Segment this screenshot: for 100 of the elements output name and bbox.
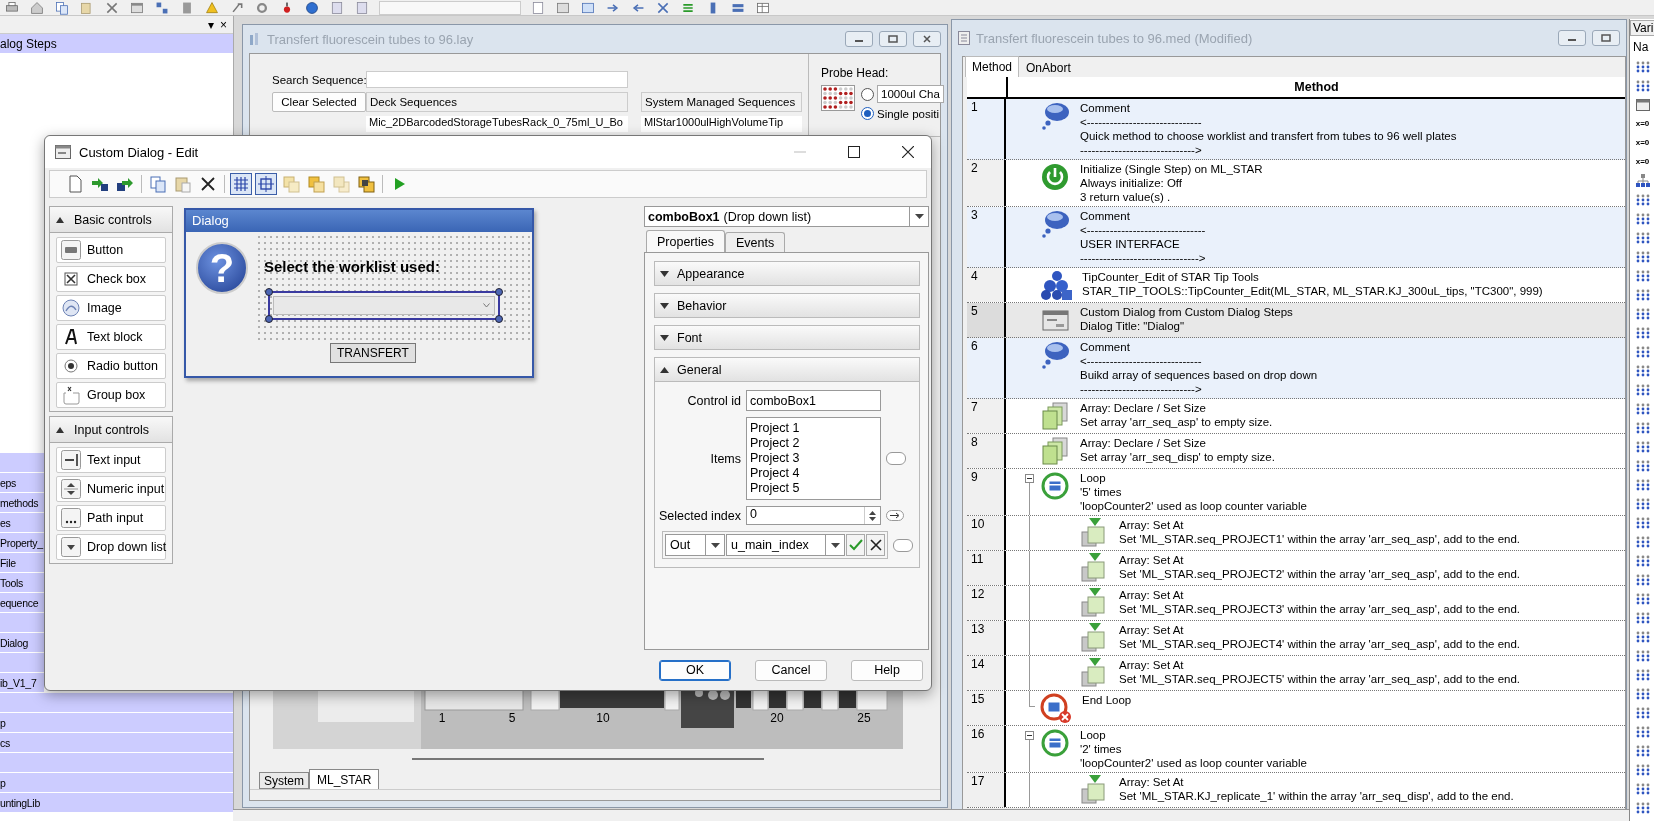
toolbox-group[interactable]: p [0, 773, 233, 793]
resize-handle[interactable] [495, 315, 503, 323]
resize-handle[interactable] [265, 315, 273, 323]
clear-selected-button[interactable]: Clear Selected [272, 92, 366, 112]
method-step[interactable]: 6 Comment <------------------------------ Buikd array of sequences based on drop down ------------------------------> [967, 338, 1625, 399]
toolbox-group[interactable]: Dialog [0, 633, 44, 653]
method-step[interactable]: 16 Loop '2' times 'loopCounter2' used as loop counter variable [967, 726, 1625, 773]
channel-field[interactable]: 1000ul Cha [877, 85, 944, 103]
panel-header-button[interactable]: ▾ [208, 17, 214, 32]
method-step[interactable]: 7 Array: Declare / Set Size Set array 'arr_seq_asp' to empty size. [967, 399, 1625, 434]
binding-toggle[interactable] [893, 538, 913, 552]
toolbox-group[interactable] [0, 693, 233, 713]
method-step[interactable]: 3 Comment <------------------------------- USER INTERFACE -------------------------------> [967, 207, 1625, 268]
table-icon[interactable] [755, 0, 771, 15]
layers-icon[interactable] [355, 173, 377, 195]
toolbox-group[interactable]: alog Steps [0, 34, 233, 54]
toolbox-group[interactable]: equence [0, 593, 44, 613]
toolbox-group[interactable]: File [0, 553, 44, 573]
toolbox-group[interactable]: cs [0, 733, 233, 753]
minimize-button[interactable] [1558, 30, 1586, 46]
printer-icon[interactable] [4, 0, 20, 15]
radio-button[interactable] [861, 87, 874, 101]
help-icon[interactable] [304, 0, 320, 15]
palette-item[interactable]: Button [56, 237, 166, 263]
method-step[interactable]: 14 Array: Set At Set 'ML_STAR.seq_PROJECT5' within the array 'arr_seq_asp', add to the end. [967, 656, 1625, 691]
selected-index-field[interactable]: 0 [746, 506, 881, 525]
method-step[interactable]: 9 Loop '5' times 'loopCounter2' used as loop counter variable [967, 469, 1625, 516]
snap-icon[interactable] [255, 173, 277, 195]
toolbox-group[interactable]: methods [0, 493, 44, 513]
sequence-item[interactable]: MlStar1000ulHighVolumeTip [641, 116, 802, 132]
method-step[interactable]: 11 Array: Set At Set 'ML_STAR.seq_PROJECT2' within the array 'arr_seq_asp', add to the end. [967, 551, 1625, 586]
tab[interactable]: System [259, 772, 309, 789]
toolbox-group[interactable] [0, 653, 44, 673]
toolbar-field[interactable] [379, 0, 521, 15]
collapse-icon[interactable] [1025, 731, 1034, 740]
toolbox-group[interactable]: Property_ [0, 533, 44, 553]
palette-item[interactable]: Path input [56, 505, 166, 531]
method-step[interactable]: 15 End Loop [967, 691, 1625, 726]
resize-handle[interactable] [495, 288, 503, 296]
toolbox-group[interactable]: ib_V1_7 [0, 673, 44, 693]
close-icon[interactable] [902, 146, 914, 158]
search-field[interactable] [366, 71, 628, 88]
toolbox-group[interactable] [0, 613, 44, 633]
grid-icon[interactable] [230, 173, 252, 195]
toolbox-group[interactable]: untingLib [0, 793, 233, 813]
document-icon[interactable] [354, 0, 370, 15]
variable-dropdown[interactable]: u_main_index [726, 534, 845, 556]
section-header[interactable]: Appearance [654, 261, 920, 286]
window-icon[interactable] [580, 0, 596, 15]
minimize-button[interactable] [845, 31, 873, 47]
tab[interactable]: Method [965, 56, 1020, 77]
toolbox-group[interactable] [0, 453, 44, 473]
palette-item[interactable]: Check box [56, 266, 166, 292]
palette-item[interactable]: Text block [56, 324, 166, 350]
items-list[interactable]: Project 1 Project 2 Project 3 Project 4 Project 5 [746, 417, 881, 500]
palette-item[interactable]: Image [56, 295, 166, 321]
dialog-button[interactable]: Cancel [755, 659, 827, 681]
section-header[interactable]: Font [654, 325, 920, 350]
toolbox-group[interactable]: es [0, 513, 44, 533]
restore-button[interactable] [1592, 30, 1620, 46]
dialog-button[interactable]: OK [659, 659, 731, 681]
arrow-right-icon[interactable] [886, 510, 904, 521]
tab[interactable]: Events [725, 232, 786, 252]
sequence-item[interactable]: Mic_2DBarcodedStorageTubesRack_0_75ml_U_Bo [366, 116, 628, 132]
panel-header-button[interactable]: × [220, 17, 227, 32]
maximize-icon[interactable] [848, 146, 860, 158]
control-id-field[interactable]: comboBox1 [746, 390, 881, 411]
radio-button[interactable] [861, 107, 874, 120]
palette-item[interactable]: Drop down list [56, 534, 166, 560]
restore-button[interactable] [879, 31, 907, 47]
resize-handle[interactable] [265, 288, 273, 296]
transfert-button[interactable]: TRANSFERT [330, 343, 416, 363]
section-header[interactable]: General [654, 357, 920, 382]
copy-icon[interactable] [54, 0, 70, 15]
gear-icon[interactable] [254, 0, 270, 15]
method-step[interactable]: 5 Custom Dialog from Custom Dialog Steps Dialog Title: "Dialog" [967, 303, 1625, 338]
collapse-icon[interactable] [1025, 474, 1034, 483]
tab[interactable]: ML_STAR [309, 769, 380, 789]
dropdown-field[interactable] [273, 296, 495, 315]
palette-item[interactable]: Radio button [56, 353, 166, 379]
method-step[interactable]: 12 Array: Set At Set 'ML_STAR.seq_PROJECT3' within the array 'arr_seq_asp', add to the end. [967, 586, 1625, 621]
palette-group-header[interactable]: Basic controls [50, 207, 172, 233]
toolbox-group[interactable]: p [0, 713, 233, 733]
control-selector[interactable]: comboBox1 (Drop down list) [644, 206, 929, 227]
palette-item[interactable]: Text input [56, 447, 166, 473]
panel-title[interactable]: Vari [1630, 20, 1654, 36]
section-header[interactable]: Behavior [654, 293, 920, 318]
method-step[interactable]: 1 Comment <------------------------------ Quick method to choose worklist and transfert from tubes to 96 well plates ------------------------------> [967, 99, 1625, 160]
clear-button[interactable] [866, 534, 885, 556]
window-icon[interactable] [555, 0, 571, 15]
scroll-bar[interactable] [412, 758, 764, 760]
method-step[interactable]: 13 Array: Set At Set 'ML_STAR.seq_PROJECT4' within the array 'arr_seq_asp', add to the end. [967, 621, 1625, 656]
close-button[interactable] [913, 31, 941, 47]
toolbox-group[interactable]: Tools [0, 573, 44, 593]
dialog-button[interactable]: Help [851, 659, 923, 681]
spinner-icon[interactable] [869, 509, 876, 522]
copy-icon[interactable] [147, 173, 169, 195]
window-icon[interactable] [129, 0, 145, 15]
toolbox-group[interactable]: eps [0, 473, 44, 493]
document-icon[interactable] [530, 0, 546, 15]
